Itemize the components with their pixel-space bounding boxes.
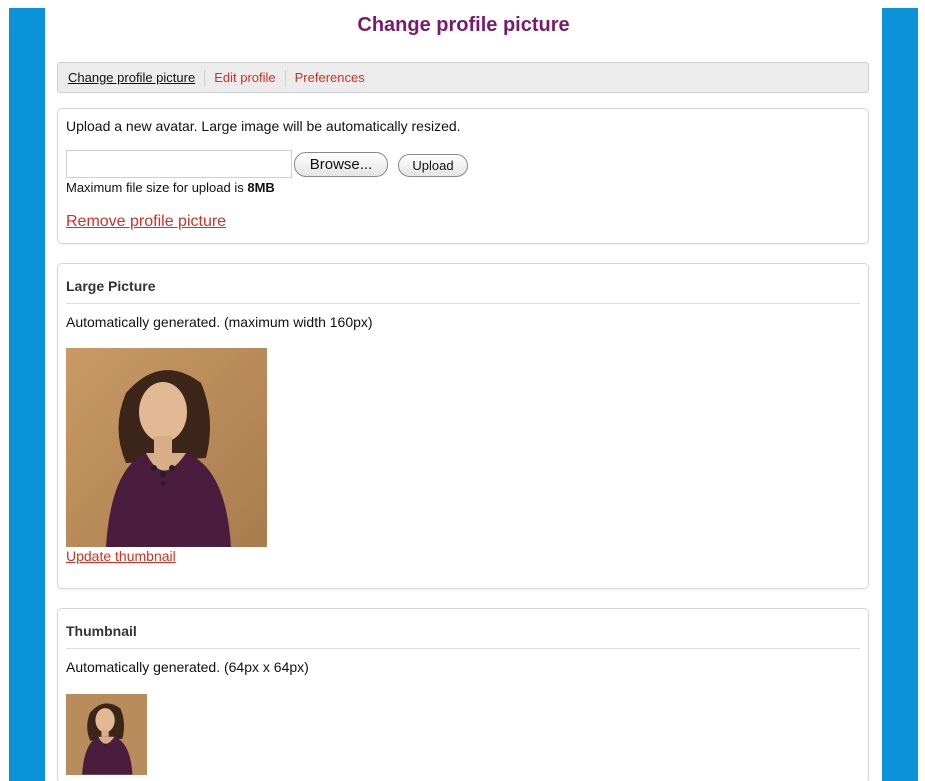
left-border-bar bbox=[9, 8, 45, 781]
page-title: Change profile picture bbox=[357, 14, 570, 36]
max-file-size-value: 8MB bbox=[247, 180, 275, 195]
profile-tabs: Change profile picture Edit profile Pref… bbox=[57, 62, 869, 93]
large-picture-divider bbox=[66, 303, 860, 304]
max-file-size-label: Maximum file size for upload is bbox=[66, 180, 248, 195]
remove-profile-picture-link[interactable]: Remove profile picture bbox=[66, 213, 226, 231]
thumbnail-profile-photo bbox=[66, 694, 147, 775]
thumbnail-heading: Thumbnail bbox=[66, 623, 137, 639]
main-content: Change profile picture Change profile pi… bbox=[45, 0, 882, 781]
thumbnail-divider bbox=[66, 648, 860, 649]
tab-edit-profile[interactable]: Edit profile bbox=[214, 69, 286, 86]
thumbnail-description: Automatically generated. (64px x 64px) bbox=[66, 659, 309, 675]
upload-button[interactable]: Upload bbox=[398, 154, 468, 177]
max-file-size-note: Maximum file size for upload is 8MB bbox=[66, 180, 275, 195]
large-picture-description: Automatically generated. (maximum width … bbox=[66, 314, 373, 330]
upload-panel: Upload a new avatar. Large image will be… bbox=[57, 108, 869, 244]
file-path-input[interactable] bbox=[66, 150, 292, 178]
update-thumbnail-link[interactable]: Update thumbnail bbox=[66, 548, 176, 564]
large-picture-panel: Large Picture Automatically generated. (… bbox=[57, 263, 869, 589]
large-profile-photo bbox=[66, 348, 267, 547]
upload-instructions: Upload a new avatar. Large image will be… bbox=[66, 118, 461, 134]
page: Change profile picture Change profile pi… bbox=[0, 0, 925, 781]
right-border-bar bbox=[882, 8, 918, 781]
thumbnail-panel: Thumbnail Automatically generated. (64px… bbox=[57, 608, 869, 781]
browse-button[interactable]: Browse... bbox=[294, 152, 388, 177]
tab-preferences[interactable]: Preferences bbox=[295, 70, 374, 86]
tab-change-profile-picture[interactable]: Change profile picture bbox=[68, 69, 206, 86]
large-picture-heading: Large Picture bbox=[66, 278, 156, 294]
